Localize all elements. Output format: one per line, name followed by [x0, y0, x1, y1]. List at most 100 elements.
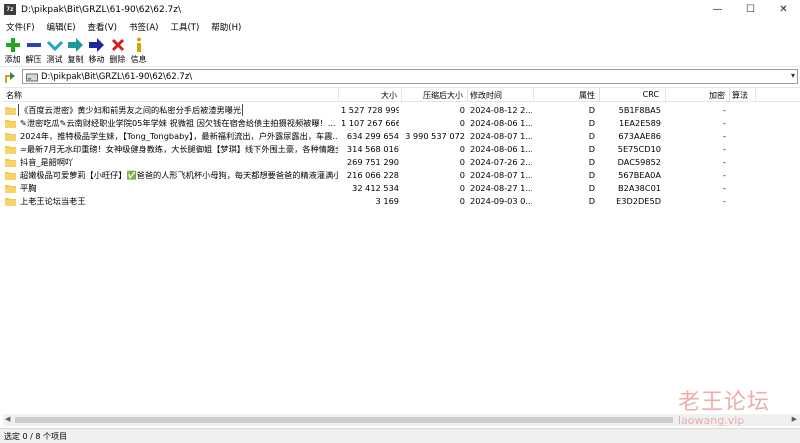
file-size: 314 568 016: [346, 144, 399, 154]
file-modified: 2024-08-07 1...: [470, 131, 532, 141]
column-divider[interactable]: [665, 88, 666, 102]
column-encrypted[interactable]: 加密: [668, 90, 725, 101]
column-divider[interactable]: [338, 88, 339, 102]
file-attributes: D: [588, 183, 595, 193]
menu-help[interactable]: 帮助(H): [205, 21, 247, 33]
file-modified: 2024-09-03 0...: [470, 196, 532, 206]
window-title: D:\pikpak\Bit\GRZL\61-90\62\62.7z\: [21, 4, 182, 15]
table-row[interactable]: 平胸 32 412 534 0 2024-08-27 1... D B2A38C…: [3, 182, 800, 194]
info-button[interactable]: 信息: [128, 35, 149, 65]
delete-button[interactable]: 删除: [107, 35, 128, 65]
file-crc: 567BEA0A: [618, 170, 661, 180]
file-encrypted: -: [723, 170, 726, 180]
info-label: 信息: [130, 55, 147, 64]
table-row[interactable]: 超嫩极品可爱萝莉【小旺仔】✅爸爸的人形飞机杯小母狗，每天都想要爸爸的精液灌满小.…: [3, 169, 800, 181]
file-attributes: D: [588, 196, 595, 206]
file-encrypted: -: [723, 131, 726, 141]
column-attributes[interactable]: 属性: [538, 90, 595, 101]
column-divider[interactable]: [467, 88, 468, 102]
file-list: 名称 大小 压缩后大小 修改时间 属性 CRC 加密 算法 《百度云泄密》黄少妇…: [3, 87, 800, 425]
maximize-button[interactable]: ☐: [734, 0, 767, 19]
add-button[interactable]: 添加: [2, 35, 23, 65]
file-encrypted: -: [723, 157, 726, 167]
file-size: 1 527 728 999: [341, 105, 399, 115]
delete-label: 删除: [109, 55, 126, 64]
column-crc[interactable]: CRC: [603, 90, 659, 99]
scrollbar-thumb[interactable]: [15, 417, 673, 423]
name-cell: 2024年，推特极品学生妹，【Tong_Tongbaby】，最新福利流出，户外露…: [3, 130, 338, 142]
file-modified: 2024-08-07 1...: [470, 170, 532, 180]
column-size[interactable]: 大小: [341, 90, 397, 101]
add-label: 添加: [4, 55, 21, 64]
test-button[interactable]: 测试: [44, 35, 65, 65]
name-cell: 超嫩极品可爱萝莉【小旺仔】✅爸爸的人形飞机杯小母狗，每天都想要爸爸的精液灌满小.…: [3, 169, 338, 181]
delete-icon: [110, 37, 126, 53]
address-path: D:\pikpak\Bit\GRZL\61-90\62\62.7z\: [41, 71, 193, 82]
table-row[interactable]: 上老王论坛当老王 3 169 0 2024-09-03 0... D E3D2D…: [3, 195, 800, 207]
file-packed-size: 0: [459, 105, 465, 115]
file-attributes: D: [588, 105, 595, 115]
status-bar: 选定 0 / 8 个项目: [0, 428, 800, 443]
column-name[interactable]: 名称: [6, 90, 22, 101]
folder-icon: [5, 184, 16, 193]
move-button[interactable]: 移动: [86, 35, 107, 65]
copy-icon: [67, 37, 84, 53]
folder-icon: [5, 106, 16, 115]
file-crc: B2A38C01: [618, 183, 661, 193]
extract-label: 解压: [25, 55, 42, 64]
menu-bookmarks[interactable]: 书签(A): [123, 21, 164, 33]
menu-file[interactable]: 文件(F): [0, 21, 41, 33]
name-cell: 《百度云泄密》黄少妇和前男友之间的私密分手后被渣男曝光: [3, 104, 338, 116]
file-packed-size: 0: [459, 196, 465, 206]
extract-icon: [26, 37, 42, 53]
file-crc: 5E75CD10: [617, 144, 661, 154]
column-divider[interactable]: [401, 88, 402, 102]
file-attributes: D: [588, 170, 595, 180]
column-divider[interactable]: [599, 88, 600, 102]
column-modified[interactable]: 修改时间: [470, 90, 502, 101]
column-divider[interactable]: [533, 88, 534, 102]
folder-icon: [5, 158, 16, 167]
extract-button[interactable]: 解压: [23, 35, 44, 65]
menu-tools[interactable]: 工具(T): [164, 21, 205, 33]
table-row[interactable]: ✎泄密吃瓜✎云南财经职业学院05年学妹 祝微祖 因欠钱在宿舍给债主拍摄视频被曝！…: [3, 117, 800, 129]
file-size: 634 299 654: [346, 131, 399, 141]
file-encrypted: -: [723, 183, 726, 193]
file-encrypted: -: [723, 144, 726, 154]
copy-button[interactable]: 复制: [65, 35, 86, 65]
menu-view[interactable]: 查看(V): [82, 21, 123, 33]
table-row[interactable]: 2024年，推特极品学生妹，【Tong_Tongbaby】，最新福利流出，户外露…: [3, 130, 800, 142]
column-divider[interactable]: [755, 88, 756, 102]
column-divider[interactable]: [729, 88, 730, 102]
file-modified: 2024-08-06 1...: [470, 144, 532, 154]
file-crc: 1EA2E589: [619, 118, 661, 128]
move-label: 移动: [88, 55, 105, 64]
watermark: 老王论坛 laowang.vip: [678, 384, 788, 434]
file-size: 32 412 534: [352, 183, 399, 193]
file-size: 3 169: [375, 196, 399, 206]
file-size: 216 066 228: [346, 170, 399, 180]
table-row[interactable]: 《百度云泄密》黄少妇和前男友之间的私密分手后被渣男曝光 1 527 728 99…: [3, 104, 800, 116]
file-crc: 5B1F8BA5: [618, 105, 661, 115]
test-label: 测试: [46, 55, 63, 64]
address-field[interactable]: D:\pikpak\Bit\GRZL\61-90\62\62.7z\ ▾: [22, 69, 798, 84]
column-packed-size[interactable]: 压缩后大小: [403, 90, 463, 101]
scroll-left-icon[interactable]: ◀: [5, 415, 10, 423]
scroll-right-icon[interactable]: ▶: [792, 415, 797, 423]
watermark-url: laowang.vip: [678, 414, 745, 427]
info-icon: [131, 37, 147, 53]
close-button[interactable]: ✕: [767, 0, 800, 19]
minimize-button[interactable]: —: [701, 0, 734, 19]
drive-icon: [26, 73, 38, 81]
up-folder-icon[interactable]: [3, 70, 17, 84]
file-packed-size: 0: [459, 144, 465, 154]
table-row[interactable]: =最新7月无水印重磅！女神级健身教练，大长腿御姐【梦琪】线下外围土豪，各种情趣全…: [3, 143, 800, 155]
menu-edit[interactable]: 编辑(E): [41, 21, 82, 33]
file-packed-size: 0: [459, 157, 465, 167]
file-name: 超嫩极品可爱萝莉【小旺仔】✅爸爸的人形飞机杯小母狗，每天都想要爸爸的精液灌满小.…: [20, 170, 338, 180]
address-bar: D:\pikpak\Bit\GRZL\61-90\62\62.7z\ ▾: [0, 68, 800, 86]
column-method[interactable]: 算法: [732, 90, 748, 101]
table-row[interactable]: 抖音_是韶啊吖 269 751 290 0 2024-07-26 2... D …: [3, 156, 800, 168]
file-attributes: D: [588, 118, 595, 128]
chevron-down-icon[interactable]: ▾: [791, 71, 795, 80]
